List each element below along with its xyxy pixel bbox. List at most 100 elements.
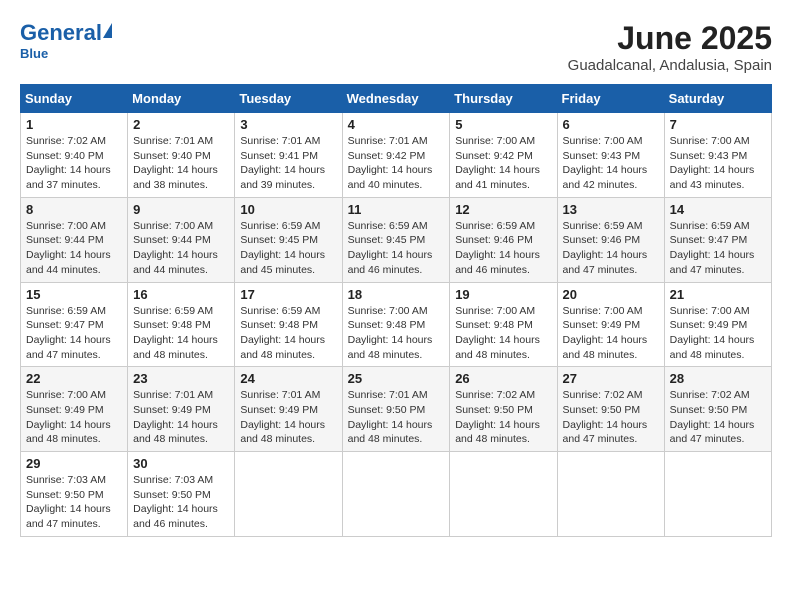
sunset-text: Sunset: 9:44 PM [133,234,211,246]
sunset-text: Sunset: 9:50 PM [670,404,748,416]
header-thursday: Thursday [450,85,557,113]
calendar-table: Sunday Monday Tuesday Wednesday Thursday… [20,84,772,537]
day-number: 18 [348,287,445,302]
sunset-text: Sunset: 9:50 PM [348,404,426,416]
sunset-text: Sunset: 9:46 PM [563,234,641,246]
table-row: 6 Sunrise: 7:00 AM Sunset: 9:43 PM Dayli… [557,113,664,198]
sunset-text: Sunset: 9:48 PM [348,319,426,331]
sunrise-text: Sunrise: 6:59 AM [26,305,106,317]
table-row: 24 Sunrise: 7:01 AM Sunset: 9:49 PM Dayl… [235,367,342,452]
sunset-text: Sunset: 9:41 PM [240,150,318,162]
day-number: 24 [240,371,336,386]
header-tuesday: Tuesday [235,85,342,113]
sunrise-text: Sunrise: 7:02 AM [26,135,106,147]
table-row: 11 Sunrise: 6:59 AM Sunset: 9:45 PM Dayl… [342,197,450,282]
sunrise-text: Sunrise: 7:00 AM [26,389,106,401]
table-row: 12 Sunrise: 6:59 AM Sunset: 9:46 PM Dayl… [450,197,557,282]
day-info: Sunrise: 7:03 AM Sunset: 9:50 PM Dayligh… [133,473,229,532]
day-number: 21 [670,287,766,302]
table-row: 5 Sunrise: 7:00 AM Sunset: 9:42 PM Dayli… [450,113,557,198]
daylight-text: Daylight: 14 hours and 40 minutes. [348,164,433,191]
sunrise-text: Sunrise: 7:01 AM [348,389,428,401]
sunset-text: Sunset: 9:46 PM [455,234,533,246]
month-title: June 2025 [568,20,772,57]
table-row: 2 Sunrise: 7:01 AM Sunset: 9:40 PM Dayli… [128,113,235,198]
daylight-text: Daylight: 14 hours and 48 minutes. [240,419,325,446]
daylight-text: Daylight: 14 hours and 48 minutes. [26,419,111,446]
table-row: 26 Sunrise: 7:02 AM Sunset: 9:50 PM Dayl… [450,367,557,452]
header-monday: Monday [128,85,235,113]
sunrise-text: Sunrise: 7:01 AM [133,389,213,401]
sunset-text: Sunset: 9:44 PM [26,234,104,246]
daylight-text: Daylight: 14 hours and 46 minutes. [133,503,218,530]
day-number: 25 [348,371,445,386]
sunset-text: Sunset: 9:43 PM [563,150,641,162]
logo-blue-text: Blue [20,46,48,61]
title-section: June 2025 Guadalcanal, Andalusia, Spain [568,20,772,74]
table-row: 27 Sunrise: 7:02 AM Sunset: 9:50 PM Dayl… [557,367,664,452]
day-number: 19 [455,287,551,302]
sunrise-text: Sunrise: 6:59 AM [670,220,750,232]
sunrise-text: Sunrise: 7:00 AM [563,135,643,147]
sunset-text: Sunset: 9:40 PM [133,150,211,162]
table-row: 16 Sunrise: 6:59 AM Sunset: 9:48 PM Dayl… [128,282,235,367]
sunrise-text: Sunrise: 7:00 AM [133,220,213,232]
day-number: 11 [348,202,445,217]
sunrise-text: Sunrise: 7:00 AM [455,135,535,147]
sunrise-text: Sunrise: 7:00 AM [26,220,106,232]
day-number: 27 [563,371,659,386]
day-number: 30 [133,456,229,471]
daylight-text: Daylight: 14 hours and 48 minutes. [133,334,218,361]
day-number: 5 [455,117,551,132]
daylight-text: Daylight: 14 hours and 44 minutes. [133,249,218,276]
day-number: 8 [26,202,122,217]
day-number: 22 [26,371,122,386]
daylight-text: Daylight: 14 hours and 48 minutes. [348,419,433,446]
day-info: Sunrise: 7:00 AM Sunset: 9:48 PM Dayligh… [455,304,551,363]
day-info: Sunrise: 7:01 AM Sunset: 9:41 PM Dayligh… [240,134,336,193]
sunrise-text: Sunrise: 6:59 AM [133,305,213,317]
day-number: 16 [133,287,229,302]
sunset-text: Sunset: 9:43 PM [670,150,748,162]
daylight-text: Daylight: 14 hours and 41 minutes. [455,164,540,191]
table-row: 10 Sunrise: 6:59 AM Sunset: 9:45 PM Dayl… [235,197,342,282]
daylight-text: Daylight: 14 hours and 42 minutes. [563,164,648,191]
day-number: 10 [240,202,336,217]
daylight-text: Daylight: 14 hours and 48 minutes. [455,419,540,446]
table-row [342,452,450,537]
day-info: Sunrise: 7:00 AM Sunset: 9:49 PM Dayligh… [670,304,766,363]
table-row: 13 Sunrise: 6:59 AM Sunset: 9:46 PM Dayl… [557,197,664,282]
calendar-week-row: 29 Sunrise: 7:03 AM Sunset: 9:50 PM Dayl… [21,452,772,537]
header-wednesday: Wednesday [342,85,450,113]
sunset-text: Sunset: 9:49 PM [240,404,318,416]
daylight-text: Daylight: 14 hours and 43 minutes. [670,164,755,191]
sunset-text: Sunset: 9:49 PM [670,319,748,331]
daylight-text: Daylight: 14 hours and 45 minutes. [240,249,325,276]
day-number: 14 [670,202,766,217]
logo: General Blue [20,20,112,61]
header-saturday: Saturday [664,85,771,113]
table-row: 29 Sunrise: 7:03 AM Sunset: 9:50 PM Dayl… [21,452,128,537]
daylight-text: Daylight: 14 hours and 37 minutes. [26,164,111,191]
table-row: 3 Sunrise: 7:01 AM Sunset: 9:41 PM Dayli… [235,113,342,198]
table-row: 15 Sunrise: 6:59 AM Sunset: 9:47 PM Dayl… [21,282,128,367]
sunrise-text: Sunrise: 7:01 AM [133,135,213,147]
day-number: 7 [670,117,766,132]
day-info: Sunrise: 7:02 AM Sunset: 9:50 PM Dayligh… [563,388,659,447]
day-info: Sunrise: 7:02 AM Sunset: 9:40 PM Dayligh… [26,134,122,193]
sunset-text: Sunset: 9:45 PM [348,234,426,246]
day-info: Sunrise: 7:01 AM Sunset: 9:49 PM Dayligh… [133,388,229,447]
daylight-text: Daylight: 14 hours and 48 minutes. [455,334,540,361]
table-row [557,452,664,537]
table-row [450,452,557,537]
daylight-text: Daylight: 14 hours and 48 minutes. [563,334,648,361]
sunrise-text: Sunrise: 7:02 AM [563,389,643,401]
calendar-week-row: 15 Sunrise: 6:59 AM Sunset: 9:47 PM Dayl… [21,282,772,367]
sunrise-text: Sunrise: 7:00 AM [670,135,750,147]
sunrise-text: Sunrise: 6:59 AM [563,220,643,232]
day-info: Sunrise: 7:01 AM Sunset: 9:40 PM Dayligh… [133,134,229,193]
table-row: 4 Sunrise: 7:01 AM Sunset: 9:42 PM Dayli… [342,113,450,198]
sunrise-text: Sunrise: 7:00 AM [455,305,535,317]
day-info: Sunrise: 6:59 AM Sunset: 9:48 PM Dayligh… [133,304,229,363]
day-number: 6 [563,117,659,132]
